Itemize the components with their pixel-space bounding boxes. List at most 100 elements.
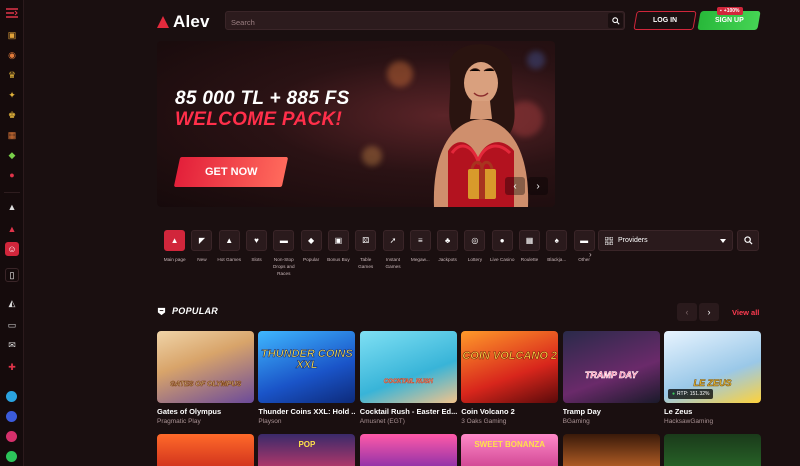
game-card[interactable] — [562, 434, 660, 466]
grid-icon: ▦ — [525, 236, 534, 245]
crown-icon[interactable]: ♚ — [5, 108, 19, 122]
game-card[interactable]: COCKTAIL RUSH Cocktail Rush - Easter Ed..… — [359, 331, 457, 425]
category-item[interactable]: ≡ Megaw... — [407, 230, 434, 277]
game-card[interactable] — [157, 434, 254, 466]
shop-icon[interactable]: ▦ — [5, 128, 19, 142]
category-item[interactable]: ♣ Jackpots — [434, 230, 461, 277]
trophy-icon[interactable]: ♛ — [5, 68, 19, 82]
fire-icon[interactable]: ▲ — [5, 222, 19, 236]
game-card[interactable]: COIN VOLCANO 2 Coin Volcano 2 3 Oaks Gamin… — [461, 331, 559, 425]
game-card[interactable]: THUNDER COINS XXL Thunder Coins XXL: Hold… — [258, 331, 356, 425]
search-input[interactable] — [226, 14, 606, 31]
category-item[interactable]: ● Live Casino — [489, 230, 516, 277]
game-thumbnail[interactable]: LE ZEUS ● RTP: 151.32% — [664, 331, 761, 403]
popular-next-button[interactable]: › — [699, 303, 719, 321]
hero-next-button[interactable]: › — [528, 177, 548, 195]
game-thumbnail[interactable]: COCKTAIL RUSH — [359, 331, 457, 403]
category-item[interactable]: ◆ Popular — [297, 230, 324, 277]
facebook-icon[interactable] — [6, 411, 17, 422]
game-provider: Playson — [258, 418, 282, 425]
brand-logo[interactable]: Alev — [157, 12, 210, 32]
support-icon[interactable]: ☺ — [5, 242, 19, 256]
game-card[interactable]: POP — [258, 434, 356, 466]
spade-icon: ♠ — [554, 236, 559, 245]
hero-prev-button[interactable]: ‹ — [505, 177, 525, 195]
category-label: Live Casino — [489, 257, 515, 262]
category-label: Hot Games — [217, 257, 242, 262]
game-provider: Pragmatic Play — [157, 418, 201, 425]
category-label: Table Games — [358, 257, 374, 270]
game-art-title: SWEET BONANZA — [474, 440, 546, 449]
language-flag-icon[interactable]: ✚ — [5, 360, 19, 374]
game-thumbnail[interactable]: GATES OF OLYMPUS — [157, 331, 254, 403]
hat-icon[interactable]: ▲ — [5, 200, 19, 214]
game-card[interactable]: TRAMP DAY Tramp Day BGaming — [562, 331, 660, 425]
wallet-icon[interactable]: ▭ — [5, 318, 19, 332]
games-search-button[interactable] — [737, 230, 759, 251]
fire-icon: ▲ — [225, 236, 234, 245]
game-name[interactable]: Tramp Day — [563, 407, 660, 416]
hero-banner[interactable]: 85 000 TL + 885 FS WELCOME PACK! GET NOW… — [157, 41, 555, 207]
game-card[interactable]: GATES OF OLYMPUS Gates of Olympus Pragmati… — [157, 331, 254, 425]
search-button[interactable] — [608, 13, 623, 28]
gift-icon: ▣ — [334, 236, 343, 245]
category-item[interactable]: ▣ Bonus Buy — [325, 230, 352, 277]
category-item[interactable]: ▦ Roulette — [516, 230, 543, 277]
search-bar — [225, 11, 625, 31]
category-item[interactable]: ♠ Blackja... — [543, 230, 570, 277]
dice-icon: ⚄ — [362, 236, 370, 245]
category-item[interactable]: ▬ Non-Stop Drops and Races — [270, 230, 297, 277]
bars-icon: ≡ — [417, 236, 423, 245]
category-item[interactable]: ▲ Main page — [161, 230, 188, 277]
category-label: Main page — [163, 257, 186, 262]
category-label: Slots — [251, 257, 262, 262]
casino-icon[interactable]: ▣ — [5, 28, 19, 42]
game-card[interactable] — [664, 434, 761, 466]
category-item[interactable]: ♥ Slots — [243, 230, 270, 277]
game-card[interactable]: LE ZEUS ● RTP: 151.32% Le Zeus HacksawGaming — [664, 331, 761, 425]
telegram-icon[interactable] — [6, 391, 17, 402]
game-thumbnail[interactable]: COIN VOLCANO 2 — [461, 331, 559, 403]
phone-icon[interactable]: ▯ — [5, 268, 19, 282]
game-name[interactable]: Le Zeus — [664, 407, 761, 416]
candy-icon[interactable]: ◆ — [5, 148, 19, 162]
popular-prev-button[interactable]: ‹ — [677, 303, 697, 321]
chevron-down-icon — [720, 238, 726, 243]
search-icon — [611, 16, 620, 25]
category-item[interactable]: ▬ Other — [570, 230, 597, 277]
game-art-title: THUNDER COINS XXL — [261, 348, 353, 371]
promo-icon[interactable]: ✦ — [5, 88, 19, 102]
whatsapp-icon[interactable] — [6, 451, 17, 462]
game-name[interactable]: Thunder Coins XXL: Hold ... — [258, 407, 355, 416]
category-item[interactable]: ◎ Lottery — [461, 230, 488, 277]
game-thumbnail[interactable]: THUNDER COINS XXL — [258, 331, 356, 403]
grid-icon — [605, 236, 613, 245]
login-button[interactable]: LOG IN — [633, 11, 697, 30]
bet-icon[interactable]: ● — [5, 168, 19, 182]
game-card[interactable]: SWEET BONANZA — [461, 434, 559, 466]
instagram-icon[interactable] — [6, 431, 17, 442]
category-item[interactable]: ▲ Hot Games — [216, 230, 243, 277]
info-icon[interactable]: ◭ — [5, 296, 19, 310]
category-label: Megaw... — [410, 257, 430, 262]
menu-toggle-icon[interactable] — [5, 6, 19, 20]
game-name[interactable]: Cocktail Rush - Easter Ed... — [360, 407, 457, 416]
gift-icon: ▪ — [720, 8, 722, 14]
game-thumbnail[interactable]: TRAMP DAY — [562, 331, 660, 403]
sport-icon[interactable]: ◉ — [5, 48, 19, 62]
category-item[interactable]: ◤ New — [188, 230, 215, 277]
left-rail: ▣ ◉ ♛ ✦ ♚ ▦ ◆ ● ▲ ▲ ☺ ▯ ◭ ▭ ✉ ✚ — [0, 0, 24, 466]
category-scroll-next-icon[interactable]: › — [589, 250, 592, 259]
game-provider: Amusnet (EGT) — [359, 418, 405, 425]
view-all-link[interactable]: View all — [732, 308, 759, 317]
rtp-icon: ● — [672, 391, 676, 397]
category-item[interactable]: ➚ Instant Games — [379, 230, 406, 277]
game-name[interactable]: Gates of Olympus — [157, 407, 254, 416]
providers-dropdown[interactable]: Providers — [598, 230, 733, 251]
mail-icon[interactable]: ✉ — [5, 338, 19, 352]
get-now-button[interactable]: GET NOW — [173, 157, 289, 187]
category-item[interactable]: ⚄ Table Games — [352, 230, 379, 277]
game-card[interactable] — [359, 434, 457, 466]
category-label: Roulette — [520, 257, 539, 262]
game-name[interactable]: Coin Volcano 2 — [461, 407, 558, 416]
